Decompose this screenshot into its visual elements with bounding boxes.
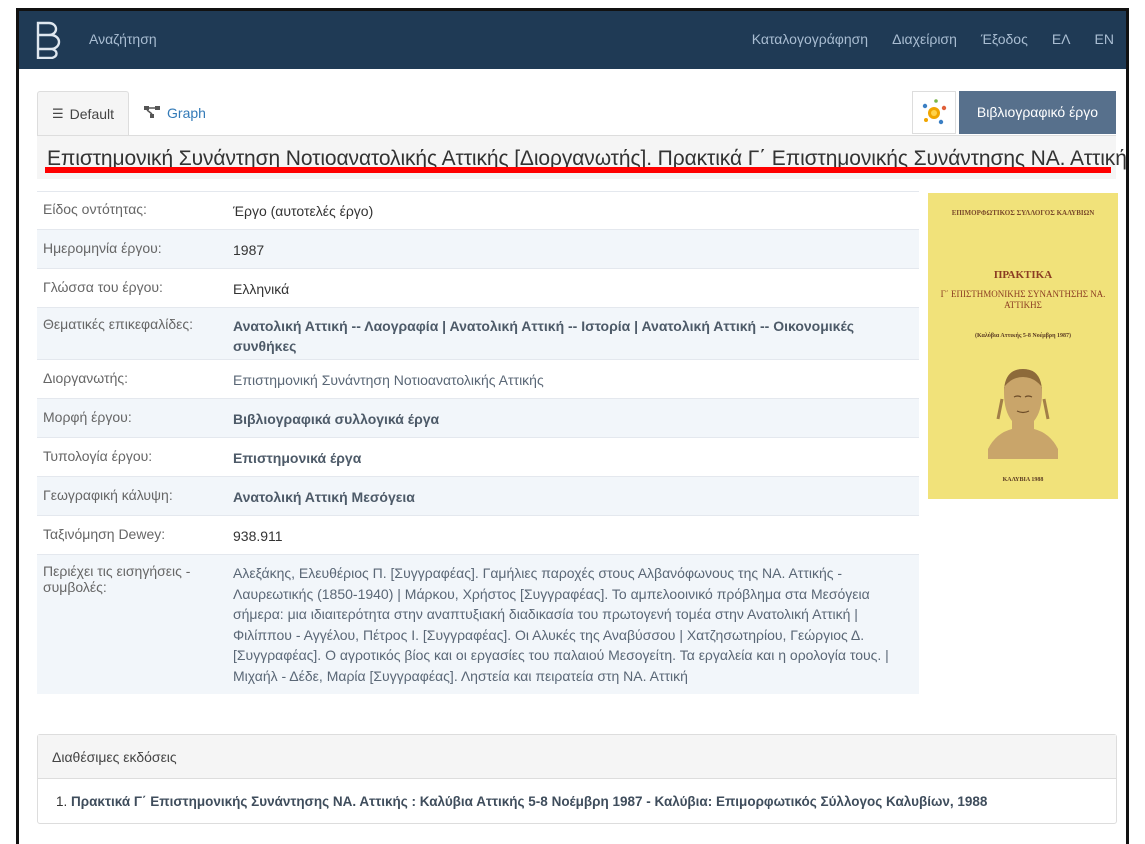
lang-el-link[interactable]: ΕΛ [1052,31,1071,47]
organizer-link[interactable]: Επιστημονική Συνάντηση Νοτιοανατολικής Α… [233,370,919,398]
property-label: Μορφή έργου: [43,409,132,425]
edition-link[interactable]: Πρακτικά Γ΄ Επιστημονικής Συνάντησης ΝΑ.… [71,794,987,809]
work-type-link[interactable]: Επιστημονικά έργα [233,448,919,476]
nav-logout-link[interactable]: Έξοδος [981,31,1028,47]
property-row: Θεματικές επικεφαλίδες: Ανατολική Αττική… [37,307,919,359]
property-row: Μορφή έργου: Βιβλιογραφικά συλλογικά έργ… [37,398,919,437]
top-navbar: Αναζήτηση Καταλογογράφηση Διαχείριση Έξο… [19,11,1126,69]
property-label: Γλώσσα του έργου: [43,279,163,295]
app-window: Αναζήτηση Καταλογογράφηση Διαχείριση Έξο… [16,8,1129,844]
contributions-links[interactable]: Αλεξάκης, Ελευθέριος Π. [Συγγραφέας]. Γα… [233,563,919,694]
property-row: Γεωγραφική κάλυψη: Ανατολική Αττική Μεσό… [37,476,919,515]
cover-dates: (Καλύβια Αττικής 5-8 Νοέμβρη 1987) [975,333,1071,339]
property-row: Διοργανωτής: Επιστημονική Συνάντηση Νοτι… [37,359,919,398]
tab-default-label: Default [69,106,115,122]
lang-en-link[interactable]: EN [1095,31,1114,47]
property-value: Ελληνικά [233,281,290,297]
cover-publisher: ΕΠΙΜΟΡΦΩΤΙΚΟΣ ΣΥΛΛΟΓΟΣ ΚΑΛΥΒΙΩΝ [951,209,1095,217]
list-icon: ☰ [52,106,64,121]
linked-data-button[interactable] [912,91,956,134]
property-label: Είδος οντότητας: [43,201,147,217]
edition-number: 1. [56,794,68,809]
entity-type-button[interactable]: Βιβλιογραφικό έργο [959,91,1116,134]
edition-item: 1. Πρακτικά Γ΄ Επιστημονικής Συνάντησης … [38,779,1116,809]
property-row: Ταξινόμηση Dewey: 938.911 [37,515,919,554]
nav-search-link[interactable]: Αναζήτηση [89,31,157,47]
property-label: Ημερομηνία έργου: [43,240,162,256]
tab-graph[interactable]: Graph [129,91,220,135]
property-value: 1987 [233,242,265,258]
app-logo-icon[interactable] [35,21,61,59]
property-label: Διοργανωτής: [43,370,128,386]
editions-panel: Διαθέσιμες εκδόσεις 1. Πρακτικά Γ΄ Επιστ… [37,734,1117,824]
property-label: Θεματικές επικεφαλίδες: [43,316,194,332]
nav-admin-link[interactable]: Διαχείριση [892,31,957,47]
property-row: Ημερομηνία έργου: 1987 [37,229,919,268]
subject-headings-link[interactable]: Ανατολική Αττική -- Λαογραφία | Ανατολικ… [233,316,919,359]
property-row: Τυπολογία έργου: Επιστημονικά έργα [37,437,919,476]
nav-cataloguing-link[interactable]: Καταλογογράφηση [752,31,868,47]
cover-heading: ΠΡΑΚΤΙΚΑ [993,269,1053,281]
work-form-link[interactable]: Βιβλιογραφικά συλλογικά έργα [233,409,919,437]
property-value: Έργο (αυτοτελές έργο) [233,203,374,219]
property-label: Περιέχει τις εισηγήσεις - συμβολές: [43,563,191,595]
cover-footer: ΚΑΛΥΒΙΑ 1988 [1002,477,1044,483]
book-cover-image: ΕΠΙΜΟΡΦΩΤΙΚΟΣ ΣΥΛΛΟΓΟΣ ΚΑΛΥΒΙΩΝ ΠΡΑΚΤΙΚΑ… [928,193,1118,499]
cover-subheading: Γ΄ ΕΠΙΣΤΗΜΟΝΙΚΗΣ ΣΥΝΑΝΤΗΣΗΣ ΝΑ. ΑΤΤΙΚΗΣ [940,289,1106,310]
property-label: Τυπολογία έργου: [43,448,153,464]
geographic-coverage-link[interactable]: Ανατολική Αττική Μεσόγεια [233,487,919,515]
tab-graph-label: Graph [167,105,206,121]
editions-header: Διαθέσιμες εκδόσεις [38,735,1116,779]
highlight-underline [45,167,1111,173]
properties-table: Είδος οντότητας: Έργο (αυτοτελές έργο) Η… [37,191,919,694]
kouros-head-illustration [988,369,1058,459]
tab-default[interactable]: ☰ Default [37,91,130,135]
property-label: Γεωγραφική κάλυψη: [43,487,173,503]
title-bar: Επιστημονική Συνάντηση Νοτιοανατολικής Α… [37,135,1126,179]
nav-links: Καταλογογράφηση Διαχείριση Έξοδος ΕΛ EN [728,31,1114,47]
property-row: Είδος οντότητας: Έργο (αυτοτελές έργο) [37,191,919,229]
property-label: Ταξινόμηση Dewey: [43,526,166,542]
property-value: 938.911 [233,528,283,544]
property-row: Γλώσσα του έργου: Ελληνικά [37,268,919,307]
view-tabs: ☰ Default Graph [37,91,220,135]
network-orb-icon [922,99,947,125]
graph-icon [144,106,161,118]
property-row: Περιέχει τις εισηγήσεις - συμβολές: Αλεξ… [37,554,919,694]
